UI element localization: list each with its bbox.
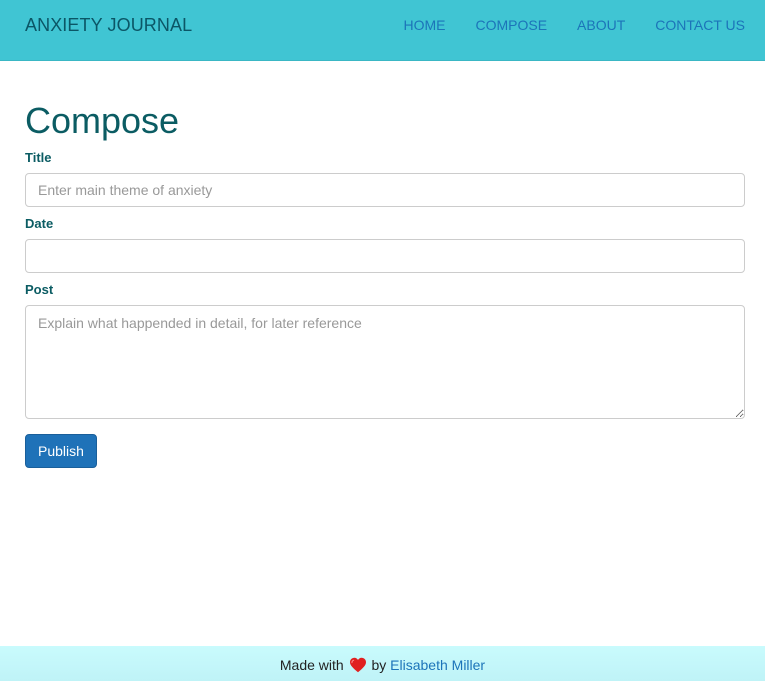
footer-by: by — [371, 657, 387, 673]
nav-links: HOME COMPOSE ABOUT CONTACT US — [373, 17, 745, 33]
author-link[interactable]: Elisabeth Miller — [390, 657, 485, 673]
date-label: Date — [25, 216, 54, 231]
title-label: Title — [25, 150, 52, 165]
title-input[interactable] — [25, 173, 745, 207]
publish-button[interactable]: Publish — [25, 434, 97, 468]
nav-link-about[interactable]: ABOUT — [577, 17, 625, 33]
post-textarea[interactable] — [25, 305, 745, 419]
compose-form: Compose Title Date Post Publish — [25, 100, 745, 468]
nav-link-contact-us[interactable]: CONTACT US — [655, 17, 745, 33]
post-label: Post — [25, 282, 54, 297]
footer: Made with by Elisabeth Miller — [0, 646, 765, 681]
page-title: Compose — [25, 100, 180, 141]
navbar: ANXIETY JOURNAL HOME COMPOSE ABOUT CONTA… — [0, 0, 765, 61]
brand-logo-link[interactable]: ANXIETY JOURNAL — [25, 15, 192, 35]
footer-prefix: Made with — [279, 657, 344, 673]
date-input[interactable] — [25, 239, 745, 273]
nav-link-home[interactable]: HOME — [403, 17, 445, 33]
nav-link-compose[interactable]: COMPOSE — [475, 17, 547, 33]
heart-icon — [349, 649, 367, 673]
